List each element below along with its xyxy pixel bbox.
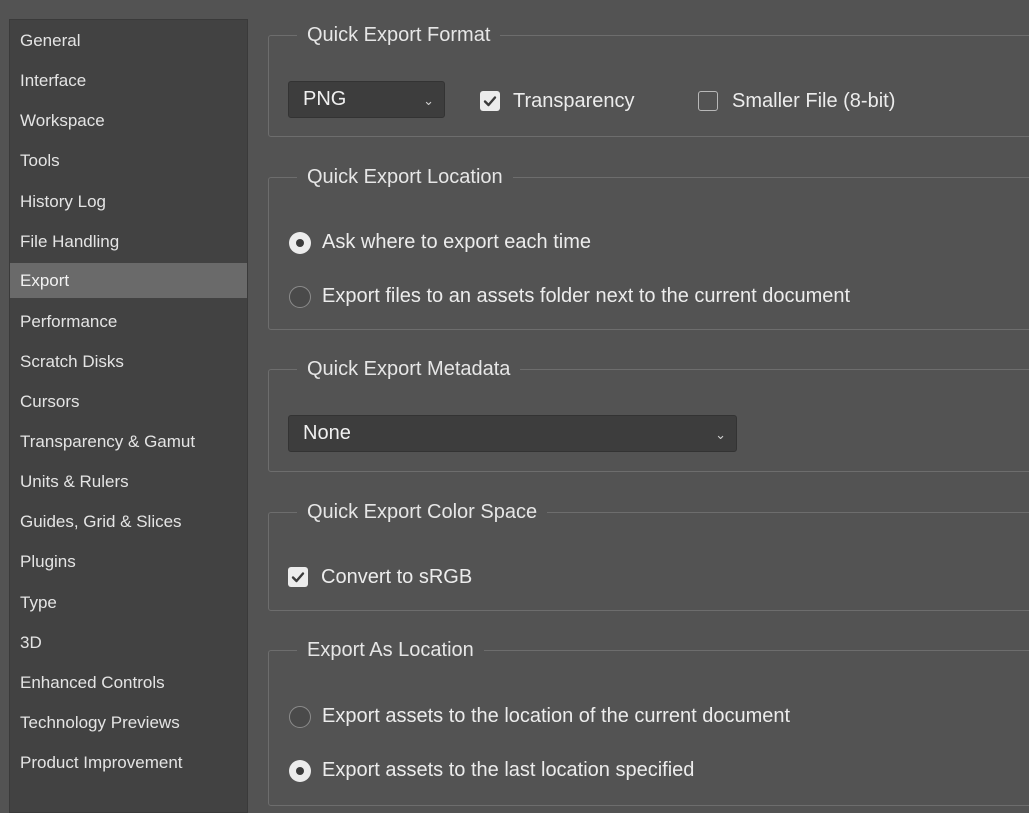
chevron-down-icon: ⌄ xyxy=(715,427,726,442)
sidebar-item-guides-grid-slices[interactable]: Guides, Grid & Slices xyxy=(10,506,247,537)
quick-export-location-group: Quick Export Location Ask where to expor… xyxy=(268,163,1029,330)
sidebar-item-history-log[interactable]: History Log xyxy=(10,186,247,217)
sidebar-item-workspace[interactable]: Workspace xyxy=(10,105,247,136)
ask-each-time-label: Ask where to export each time xyxy=(322,231,592,253)
checkmark-icon xyxy=(291,572,305,583)
transparency-checkbox[interactable] xyxy=(480,91,500,111)
sidebar-item-3d[interactable]: 3D xyxy=(10,627,247,658)
metadata-select-value: None xyxy=(303,422,351,444)
group-title-export-as-location: Export As Location xyxy=(297,636,484,664)
group-title-quick-export-format: Quick Export Format xyxy=(297,21,501,49)
sidebar-item-performance[interactable]: Performance xyxy=(10,306,247,337)
sidebar-item-tools[interactable]: Tools xyxy=(10,145,247,176)
group-title-quick-export-location: Quick Export Location xyxy=(297,163,513,191)
last-location-label: Export assets to the last location speci… xyxy=(322,759,695,781)
radio-current-document-location[interactable] xyxy=(289,706,311,728)
preferences-window: General Interface Workspace Tools Histor… xyxy=(0,0,1029,813)
sidebar-item-export[interactable]: Export xyxy=(10,263,247,298)
sidebar-item-scratch-disks[interactable]: Scratch Disks xyxy=(10,346,247,377)
sidebar-item-enhanced-controls[interactable]: Enhanced Controls xyxy=(10,667,247,698)
chevron-down-icon: ⌄ xyxy=(423,93,434,108)
sidebar-item-product-improvement[interactable]: Product Improvement xyxy=(10,747,247,778)
current-document-location-label: Export assets to the location of the cur… xyxy=(322,705,791,727)
sidebar-item-units-rulers[interactable]: Units & Rulers xyxy=(10,466,247,497)
quick-export-color-space-group: Quick Export Color Space Convert to sRGB xyxy=(268,498,1029,611)
convert-srgb-checkbox[interactable] xyxy=(288,567,308,587)
format-select-value: PNG xyxy=(303,88,347,110)
metadata-select[interactable]: None ⌄ xyxy=(288,415,737,452)
sidebar-item-interface[interactable]: Interface xyxy=(10,65,247,96)
checkmark-icon xyxy=(483,96,497,107)
transparency-label: Transparency xyxy=(513,90,635,112)
radio-ask-each-time[interactable] xyxy=(289,232,311,254)
smaller-file-label: Smaller File (8-bit) xyxy=(732,90,896,112)
smaller-file-checkbox[interactable] xyxy=(698,91,718,111)
export-as-location-group: Export As Location Export assets to the … xyxy=(268,636,1029,806)
convert-srgb-label: Convert to sRGB xyxy=(321,566,473,588)
sidebar-item-transparency-gamut[interactable]: Transparency & Gamut xyxy=(10,426,247,457)
radio-assets-folder[interactable] xyxy=(289,286,311,308)
quick-export-format-group: Quick Export Format PNG ⌄ Transparency S… xyxy=(268,21,1029,137)
sidebar-item-file-handling[interactable]: File Handling xyxy=(10,226,247,257)
radio-last-location[interactable] xyxy=(289,760,311,782)
group-title-quick-export-metadata: Quick Export Metadata xyxy=(297,355,521,383)
sidebar-item-type[interactable]: Type xyxy=(10,587,247,618)
format-select[interactable]: PNG ⌄ xyxy=(288,81,445,118)
sidebar-item-general[interactable]: General xyxy=(10,25,247,56)
sidebar-item-technology-previews[interactable]: Technology Previews xyxy=(10,707,247,738)
assets-folder-label: Export files to an assets folder next to… xyxy=(322,285,851,307)
preferences-sidebar: General Interface Workspace Tools Histor… xyxy=(9,19,248,813)
sidebar-item-plugins[interactable]: Plugins xyxy=(10,546,247,577)
group-title-quick-export-color-space: Quick Export Color Space xyxy=(297,498,548,526)
quick-export-metadata-group: Quick Export Metadata None ⌄ xyxy=(268,355,1029,472)
sidebar-item-cursors[interactable]: Cursors xyxy=(10,386,247,417)
